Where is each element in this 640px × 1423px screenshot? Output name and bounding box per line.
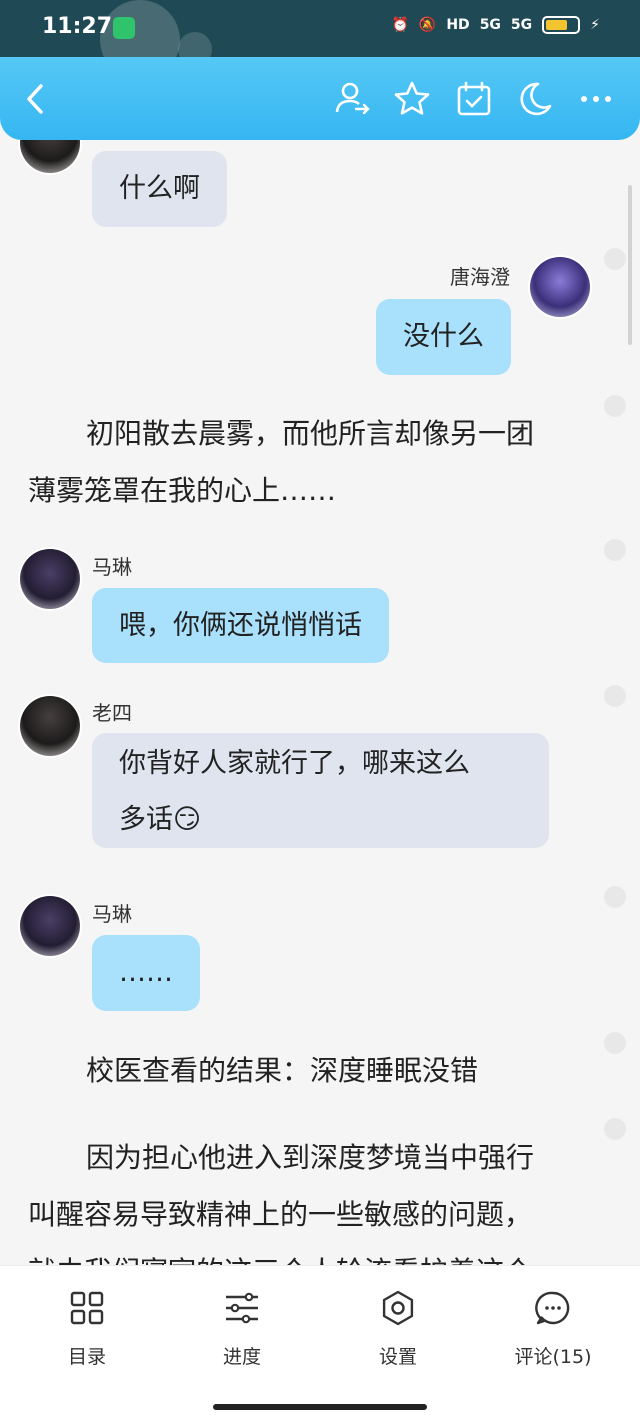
- speaker-name: 唐海澄: [450, 265, 510, 289]
- narration-line: 薄雾笼罩在我的心上……: [28, 474, 337, 507]
- alarm-icon: ⏰: [391, 17, 409, 33]
- narration-paragraph: 因为担心他进入到深度梦境当中强行 叫醒容易导致精神上的一些敏感的问题， 就由我们…: [28, 1129, 588, 1265]
- chat-bubble: ……: [92, 935, 200, 1011]
- chat-bubble: 什么啊: [92, 151, 227, 227]
- nav-label: 评论(15): [514, 1346, 592, 1368]
- nav-label: 设置: [378, 1346, 417, 1368]
- scrollbar[interactable]: [628, 185, 632, 345]
- paragraph-comment-marker[interactable]: [604, 539, 626, 561]
- star-icon: [394, 81, 430, 115]
- paragraph-comment-marker[interactable]: [604, 1118, 626, 1140]
- favorite-button[interactable]: [390, 77, 434, 121]
- signal-5g-icon: 5G: [479, 17, 501, 33]
- narration-line: 校医查看的结果：深度睡眠没错: [86, 1054, 479, 1087]
- avatar[interactable]: [20, 696, 80, 756]
- avatar[interactable]: [20, 549, 80, 609]
- charging-icon: ⚡: [590, 17, 600, 33]
- hd-indicator: HD: [446, 17, 470, 33]
- speaker-name: 马琳: [92, 902, 132, 926]
- battery-level: [546, 20, 567, 30]
- nav-label: 目录: [67, 1346, 106, 1368]
- nav-settings[interactable]: 设置: [338, 1288, 458, 1369]
- status-bar: 11:27 ⏰ 🔕 HD 5G 5G ⚡: [0, 0, 640, 80]
- chat-bubble-line: 多话😏: [119, 804, 202, 835]
- battery-icon: [542, 16, 581, 34]
- speaker-name: 老四: [92, 701, 132, 725]
- avatar[interactable]: [20, 140, 80, 173]
- chat-bubble-line: 你背好人家就行了，哪来这么: [119, 748, 470, 779]
- nav-label: 进度: [222, 1346, 261, 1368]
- reader-content[interactable]: 什么啊 唐海澄 没什么 初阳散去晨雾，而他所言却像另一团 薄雾笼罩在我的心上………: [0, 140, 640, 1265]
- catalog-icon: [70, 1291, 104, 1325]
- status-icons: ⏰ 🔕 HD 5G 5G ⚡: [391, 16, 600, 34]
- more-icon: [581, 96, 611, 102]
- status-time: 11:27: [42, 14, 113, 39]
- paragraph-comment-marker[interactable]: [604, 248, 626, 270]
- bottom-nav: 目录 进度 设置 评论(15): [0, 1265, 640, 1423]
- narration-line: 因为担心他进入到深度梦境当中强行: [86, 1141, 535, 1174]
- signal-5g-icon: 5G: [510, 17, 533, 33]
- nav-comments[interactable]: 评论(15): [493, 1288, 613, 1369]
- narration-line: 叫醒容易导致精神上的一些敏感的问题，: [28, 1198, 533, 1231]
- moon-icon: [520, 82, 552, 116]
- avatar[interactable]: [530, 257, 590, 317]
- chat-bubble: 喂，你俩还说悄悄话: [92, 588, 389, 663]
- switch-role-button[interactable]: [330, 77, 374, 121]
- speaker-name: 马琳: [92, 555, 132, 579]
- user-switch-icon: [335, 82, 370, 115]
- reader-toolbar: [0, 57, 640, 140]
- avatar[interactable]: [20, 896, 80, 956]
- nav-progress[interactable]: 进度: [182, 1288, 302, 1369]
- settings-gear-icon: [382, 1290, 414, 1326]
- progress-sliders-icon: [226, 1292, 258, 1324]
- paragraph-comment-marker[interactable]: [604, 685, 626, 707]
- comment-icon: [535, 1291, 570, 1325]
- calendar-check-icon: [457, 81, 491, 116]
- nav-catalog[interactable]: 目录: [27, 1288, 147, 1369]
- narration-line: 初阳散去晨雾，而他所言却像另一团: [86, 417, 535, 450]
- mute-icon: 🔕: [418, 17, 437, 33]
- more-button[interactable]: [574, 77, 618, 121]
- checkin-button[interactable]: [452, 77, 496, 121]
- paragraph-comment-marker[interactable]: [604, 1032, 626, 1054]
- chevron-left-icon: [27, 84, 43, 114]
- wechat-notification-icon: [113, 17, 135, 39]
- narration-line: 就由我们寝室的这三个人轮流看护着这个: [28, 1243, 588, 1265]
- chat-bubble: 你背好人家就行了，哪来这么 多话😏: [92, 733, 549, 848]
- home-indicator[interactable]: [213, 1404, 427, 1410]
- paragraph-comment-marker[interactable]: [604, 886, 626, 908]
- narration-paragraph: 初阳散去晨雾，而他所言却像另一团 薄雾笼罩在我的心上……: [28, 405, 588, 519]
- paragraph-comment-marker[interactable]: [604, 395, 626, 417]
- narration-paragraph: 校医查看的结果：深度睡眠没错: [28, 1042, 588, 1099]
- night-mode-button[interactable]: [512, 77, 556, 121]
- chat-bubble: 没什么: [376, 299, 511, 375]
- back-button[interactable]: [14, 77, 58, 121]
